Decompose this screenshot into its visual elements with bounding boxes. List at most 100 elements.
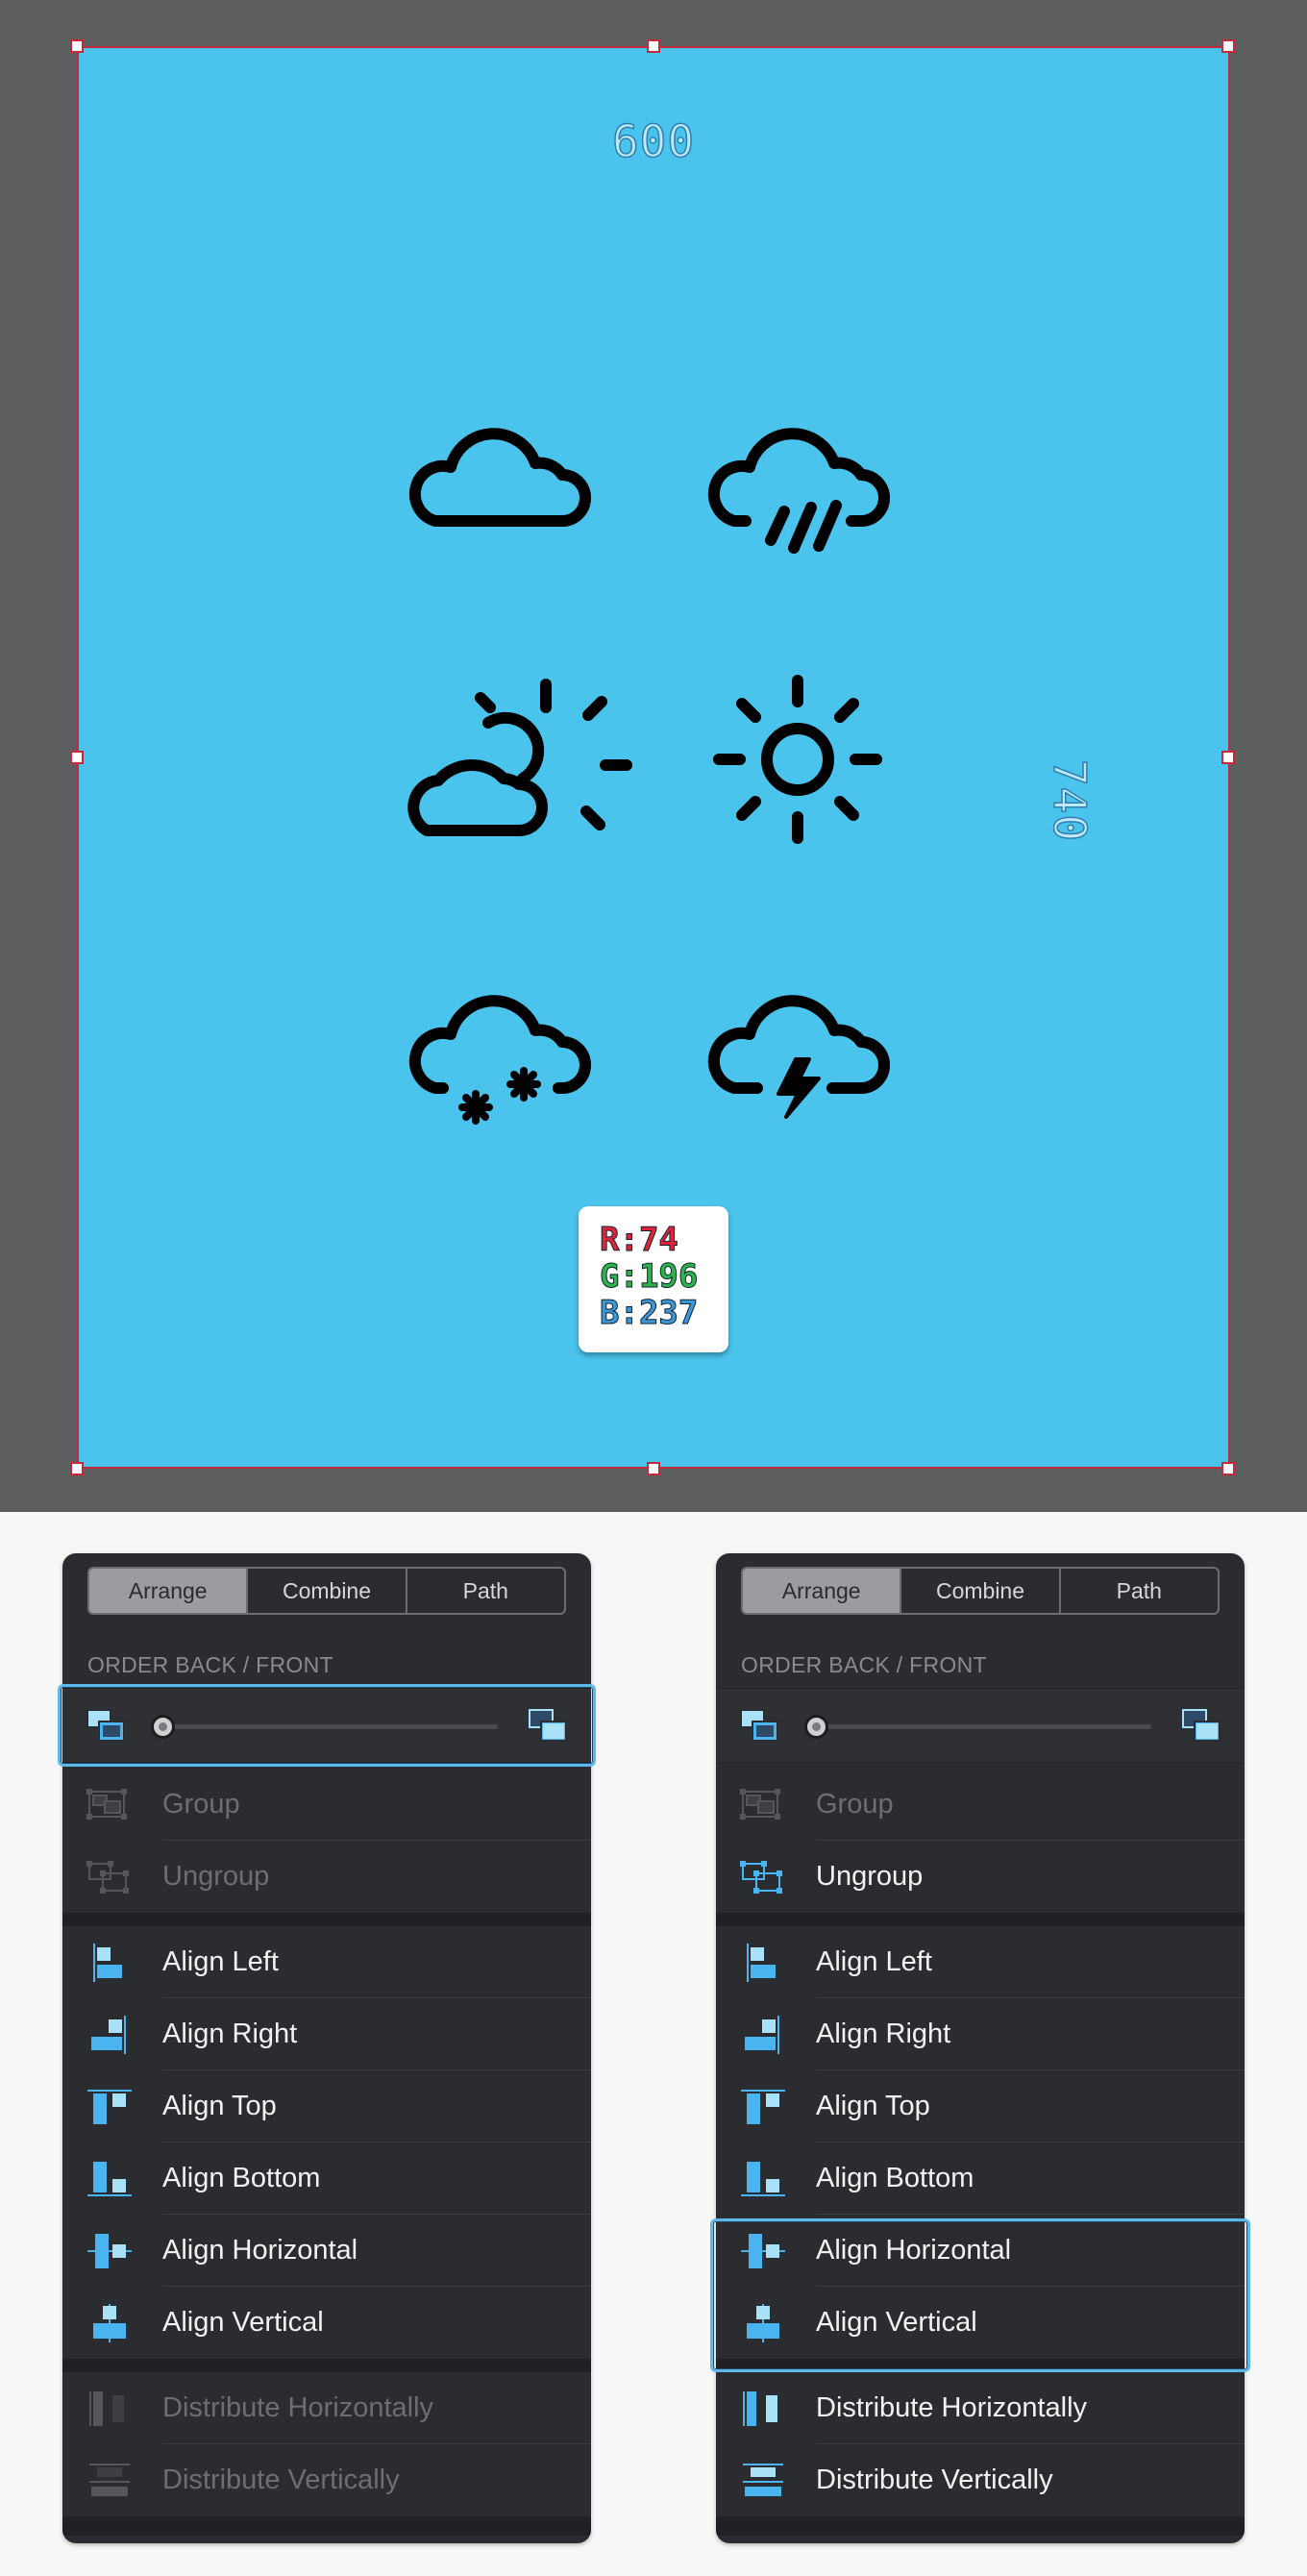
snow-cloud-icon[interactable]: [399, 971, 591, 1134]
order-slider-row: [62, 1688, 591, 1763]
menu-item-distribute-horizontally[interactable]: Distribute Horizontally: [62, 2372, 591, 2444]
menu-item-label: Align Horizontal: [816, 2235, 1012, 2266]
menu-item-label: Distribute Vertically: [816, 2465, 1053, 2495]
panel-tabs: Arrange Combine Path: [741, 1567, 1220, 1615]
align-bottom-icon: [86, 2160, 134, 2198]
tab-path[interactable]: Path: [407, 1569, 564, 1613]
resize-handle-bottom-left[interactable]: [70, 1462, 84, 1475]
menu-item-align-top[interactable]: Align Top: [62, 2070, 591, 2143]
partly-sunny-icon[interactable]: [388, 679, 638, 842]
rain-cloud-icon[interactable]: [698, 404, 890, 567]
menu-item-label: Group: [816, 1789, 894, 1820]
menu-item-label: Align Vertical: [162, 2307, 324, 2338]
menu-item-label: Distribute Horizontally: [816, 2392, 1088, 2423]
menu-item-label: Align Left: [816, 1946, 932, 1977]
menu-item-align-vertical[interactable]: Align Vertical: [716, 2287, 1245, 2359]
menu-item-distribute-horizontally[interactable]: Distribute Horizontally: [716, 2372, 1245, 2444]
menu-item-label: Align Right: [816, 2019, 951, 2049]
align-vertical-icon: [86, 2304, 134, 2342]
order-slider-row: [716, 1688, 1245, 1763]
panel-tabs: Arrange Combine Path: [87, 1567, 566, 1615]
menu-item-label: Align Vertical: [816, 2307, 977, 2338]
resize-handle-top-right[interactable]: [1221, 39, 1235, 53]
menu-item-align-right[interactable]: Align Right: [716, 1998, 1245, 2070]
menu-item-label: Align Horizontal: [162, 2235, 358, 2266]
menu-item-align-bottom[interactable]: Align Bottom: [62, 2143, 591, 2215]
menu-item-label: Group: [162, 1789, 240, 1820]
menu-item-label: Align Top: [816, 2091, 930, 2121]
align-top-icon: [86, 2088, 134, 2126]
resize-handle-top[interactable]: [647, 39, 660, 53]
resize-handle-right[interactable]: [1221, 751, 1235, 764]
send-to-back-icon[interactable]: [739, 1708, 779, 1745]
cloud-icon[interactable]: [399, 404, 591, 538]
distribute-horizontally-icon: [86, 2390, 134, 2428]
menu-item-align-bottom[interactable]: Align Bottom: [716, 2143, 1245, 2215]
menu-item-label: Align Bottom: [816, 2163, 974, 2193]
resize-handle-top-left[interactable]: [70, 39, 84, 53]
align-horizontal-icon: [86, 2232, 134, 2270]
menu-item-ungroup[interactable]: Ungroup: [716, 1841, 1245, 1913]
menu-item-align-top[interactable]: Align Top: [716, 2070, 1245, 2143]
ungroup-icon: [86, 1858, 134, 1896]
green-value: G:196: [600, 1257, 699, 1296]
resize-handle-bottom-right[interactable]: [1221, 1462, 1235, 1475]
group-icon: [739, 1786, 787, 1824]
menu-item-align-vertical[interactable]: Align Vertical: [62, 2287, 591, 2359]
canvas-area: 600 740 R:74 G:196 B:237: [0, 0, 1307, 1512]
tab-arrange[interactable]: Arrange: [89, 1569, 249, 1613]
menu-item-label: Ungroup: [162, 1861, 270, 1892]
group-icon: [86, 1786, 134, 1824]
menu-item-ungroup[interactable]: Ungroup: [62, 1841, 591, 1913]
align-left-icon: [739, 1944, 787, 1982]
thunder-cloud-icon[interactable]: [698, 971, 890, 1134]
menu-item-align-horizontal[interactable]: Align Horizontal: [62, 2215, 591, 2287]
panel-footer: [716, 2516, 1245, 2536]
menu-item-group[interactable]: Group: [62, 1769, 591, 1841]
menu-item-distribute-vertically[interactable]: Distribute Vertically: [716, 2444, 1245, 2516]
align-vertical-icon: [739, 2304, 787, 2342]
group-divider: [62, 1913, 591, 1926]
tab-path[interactable]: Path: [1061, 1569, 1218, 1613]
menu-item-align-left[interactable]: Align Left: [716, 1926, 1245, 1998]
align-horizontal-icon: [739, 2232, 787, 2270]
color-value-chip: R:74 G:196 B:237: [579, 1206, 728, 1352]
distribute-vertically-icon: [86, 2462, 134, 2500]
resize-handle-bottom[interactable]: [647, 1462, 660, 1475]
width-dimension-label: 600: [611, 114, 696, 168]
menu-item-label: Ungroup: [816, 1861, 924, 1892]
menu-item-align-horizontal[interactable]: Align Horizontal: [716, 2215, 1245, 2287]
ungroup-icon: [739, 1858, 787, 1896]
menu-item-group[interactable]: Group: [716, 1769, 1245, 1841]
order-slider-track[interactable]: [161, 1724, 498, 1729]
order-slider-knob[interactable]: [151, 1715, 175, 1739]
order-slider-track[interactable]: [815, 1724, 1151, 1729]
tab-arrange[interactable]: Arrange: [743, 1569, 902, 1613]
menu-item-distribute-vertically[interactable]: Distribute Vertically: [62, 2444, 591, 2516]
sun-icon[interactable]: [711, 673, 884, 846]
align-left-icon: [86, 1944, 134, 1982]
align-top-icon: [739, 2088, 787, 2126]
panel-footer: [62, 2516, 591, 2536]
order-slider-knob[interactable]: [804, 1715, 828, 1739]
height-dimension-label: 740: [1043, 758, 1097, 843]
menu-item-label: Distribute Vertically: [162, 2465, 400, 2495]
group-divider: [716, 1913, 1245, 1926]
blue-value: B:237: [600, 1294, 699, 1332]
section-label-order: ORDER BACK / FRONT: [87, 1652, 333, 1677]
group-divider: [62, 2359, 591, 2372]
tab-combine[interactable]: Combine: [248, 1569, 407, 1613]
distribute-horizontally-icon: [739, 2390, 787, 2428]
bring-to-front-icon[interactable]: [528, 1708, 568, 1745]
align-right-icon: [739, 2016, 787, 2054]
menu-item-label: Align Left: [162, 1946, 279, 1977]
arrange-panel-right: Arrange Combine Path ORDER BACK / FRONT …: [716, 1553, 1245, 2543]
menu-item-label: Distribute Horizontally: [162, 2392, 434, 2423]
menu-item-align-right[interactable]: Align Right: [62, 1998, 591, 2070]
resize-handle-left[interactable]: [70, 751, 84, 764]
menu-item-align-left[interactable]: Align Left: [62, 1926, 591, 1998]
bring-to-front-icon[interactable]: [1181, 1708, 1221, 1745]
align-bottom-icon: [739, 2160, 787, 2198]
tab-combine[interactable]: Combine: [901, 1569, 1061, 1613]
send-to-back-icon[interactable]: [86, 1708, 126, 1745]
